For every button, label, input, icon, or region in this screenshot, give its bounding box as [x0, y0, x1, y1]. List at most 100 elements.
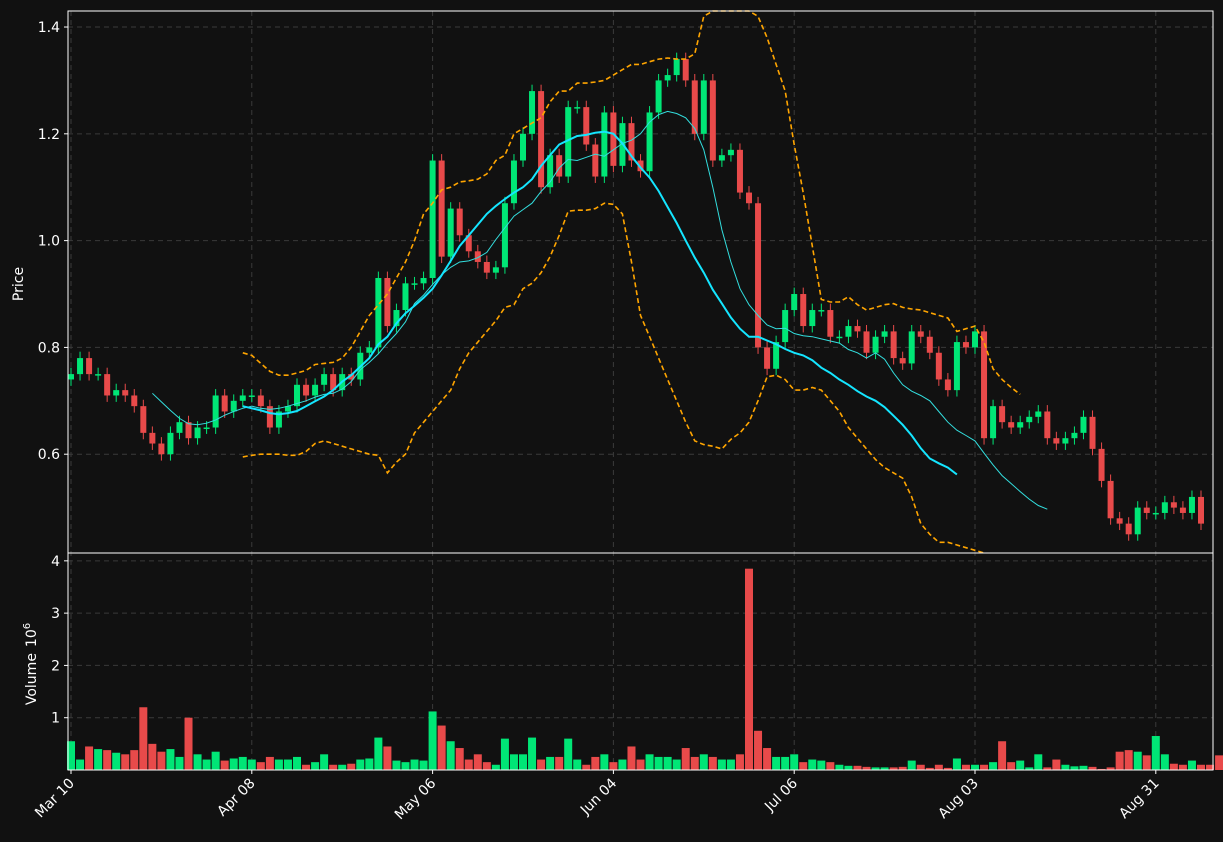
- candle-body: [384, 277, 391, 327]
- volume-bar: [519, 754, 527, 770]
- candle-body: [962, 342, 969, 348]
- candle-body: [854, 326, 861, 332]
- candle-body: [411, 283, 418, 285]
- candle-body: [203, 427, 210, 430]
- price-axis-label: Price: [11, 267, 27, 301]
- candle-body: [592, 144, 599, 177]
- volume-bar: [826, 762, 835, 770]
- candle-body: [158, 443, 165, 455]
- volume-bar: [211, 751, 220, 770]
- candle-body: [1035, 411, 1042, 417]
- volume-bar: [76, 759, 85, 770]
- candle-body: [221, 395, 228, 412]
- volume-bar: [1151, 736, 1160, 770]
- candle-body: [1080, 416, 1087, 433]
- candle-body: [321, 374, 328, 385]
- candle-body: [420, 277, 427, 284]
- candle-body: [1089, 416, 1096, 449]
- candle-body: [1026, 416, 1033, 423]
- volume-bar: [302, 764, 311, 770]
- candle-body: [863, 331, 870, 353]
- volume-bar: [365, 758, 374, 770]
- volume-bar: [790, 754, 799, 770]
- volume-bar: [184, 717, 193, 770]
- candle-body: [1125, 523, 1132, 535]
- volume-bar: [1133, 751, 1142, 770]
- volume-bar: [690, 756, 699, 770]
- volume-bar: [229, 758, 238, 770]
- candle-body: [953, 342, 960, 391]
- candle-body: [999, 406, 1006, 423]
- volume-bar: [952, 758, 961, 770]
- volume-bar: [401, 762, 410, 770]
- volume-bar: [853, 765, 862, 770]
- candle-body: [483, 261, 490, 273]
- candle-body: [646, 112, 653, 172]
- volume-bar: [347, 763, 356, 770]
- candle-body: [718, 155, 725, 161]
- volume-tick-label: 4: [51, 554, 60, 570]
- volume-bar: [708, 756, 717, 770]
- volume-tick-label: 1: [51, 711, 60, 727]
- volume-bar: [645, 754, 654, 770]
- candle-body: [230, 400, 237, 412]
- volume-bar: [482, 762, 491, 770]
- candle-body: [700, 80, 707, 134]
- volume-bar: [1197, 764, 1205, 770]
- volume-bar: [320, 754, 329, 770]
- candle-body: [194, 427, 201, 439]
- volume-bar: [989, 762, 998, 770]
- volume-bar: [175, 756, 184, 770]
- volume-bar: [392, 760, 401, 770]
- candle-body: [492, 267, 499, 273]
- volume-bar: [410, 759, 419, 770]
- candle-body: [1188, 496, 1195, 513]
- volume-axis-label-exponent: 6: [22, 623, 33, 629]
- volume-bar: [220, 760, 229, 770]
- candle-body: [655, 80, 662, 113]
- volume-bar: [311, 762, 320, 770]
- volume-bar: [564, 738, 573, 770]
- volume-bar: [157, 751, 166, 770]
- volume-bar: [464, 759, 473, 770]
- volume-bar: [274, 759, 283, 770]
- candle-body: [601, 112, 608, 177]
- candle-body: [402, 283, 409, 311]
- candle-body: [68, 374, 74, 380]
- candle-body: [1098, 448, 1105, 481]
- candle-body: [140, 406, 147, 433]
- volume-bar: [844, 765, 853, 770]
- volume-bar: [980, 764, 989, 770]
- volume-bar: [1124, 750, 1133, 770]
- candle-body: [990, 406, 997, 439]
- candle-body: [239, 395, 246, 401]
- candle-body: [574, 107, 581, 109]
- volume-bar: [103, 750, 112, 770]
- volume-bar: [998, 741, 1007, 770]
- volume-bar: [1187, 760, 1196, 770]
- volume-bar: [473, 754, 482, 770]
- volume-bar: [509, 754, 518, 770]
- candle-body: [800, 294, 807, 327]
- volume-bar: [808, 759, 817, 770]
- volume-bar: [600, 754, 609, 770]
- volume-bar: [265, 756, 274, 770]
- candle-body: [366, 347, 373, 353]
- volume-bar: [573, 759, 582, 770]
- volume-bar: [699, 754, 708, 770]
- candle-body: [1017, 422, 1024, 428]
- candle-body: [1170, 502, 1177, 508]
- volume-bar: [772, 756, 781, 770]
- candle-body: [510, 160, 517, 204]
- candle-body: [167, 432, 174, 455]
- volume-bar: [537, 759, 546, 770]
- candle-body: [664, 75, 671, 81]
- volume-bar: [717, 759, 726, 770]
- volume-bar: [1061, 764, 1070, 770]
- price-tick-label: 1.2: [38, 127, 60, 143]
- volume-bar: [283, 759, 292, 770]
- volume-bar: [835, 764, 844, 770]
- volume-bar: [681, 748, 690, 770]
- candle-body: [1116, 518, 1123, 524]
- candle-body: [122, 390, 129, 396]
